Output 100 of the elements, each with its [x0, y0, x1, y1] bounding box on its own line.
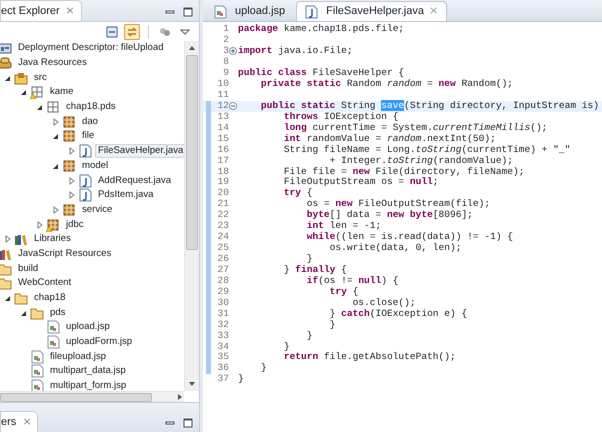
collapsed-arrow-icon[interactable]	[67, 146, 77, 156]
code-line: if(os != null) {	[306, 274, 398, 287]
collapsed-arrow-icon[interactable]	[51, 204, 61, 215]
line-number: 14	[216, 120, 229, 134]
editor-tab[interactable]: upload.jsp	[205, 1, 294, 21]
collapse-all-icon	[106, 26, 118, 38]
line-number: 13	[216, 110, 229, 124]
tree-item[interactable]: model	[79, 158, 112, 173]
tree-item[interactable]: service	[79, 202, 116, 217]
line-number: 32	[216, 318, 229, 332]
maximize-icon[interactable]	[183, 418, 193, 428]
expand-fold-icon[interactable]	[229, 47, 237, 56]
code-line: } finally {	[282, 263, 347, 276]
code-line: }	[306, 328, 312, 343]
editor-tab[interactable]: FileSaveHelper.java ⨯	[296, 1, 447, 21]
line-number: 37	[216, 372, 229, 386]
two-arrows-icon	[126, 26, 138, 38]
view-title: ect Explorer	[1, 4, 60, 19]
tree-item[interactable]: multipart_data.jsp	[47, 364, 129, 378]
line-number: 17	[216, 154, 229, 168]
line-number: 8	[222, 55, 229, 68]
vertical-scrollbar[interactable]	[184, 41, 199, 391]
scroll-up-icon[interactable]	[188, 44, 196, 52]
code-line: }	[328, 318, 336, 332]
circles-icon	[159, 26, 171, 38]
line-number: 1	[222, 22, 229, 36]
view-title: ers	[1, 414, 16, 430]
collapsed-arrow-icon[interactable]	[67, 176, 77, 186]
collapsed-arrow-icon[interactable]	[51, 116, 61, 127]
tree-item[interactable]: kame	[47, 85, 76, 100]
tree-item[interactable]: PdsItem.java	[95, 188, 156, 202]
code-line: + Integer.toString(randomValue);	[328, 154, 514, 167]
collapse-fold-icon[interactable]	[229, 102, 237, 110]
line-number: 18	[216, 164, 229, 178]
toolbar-button[interactable]	[104, 24, 120, 40]
line-number: 15	[216, 132, 229, 146]
line-number: 25	[216, 241, 229, 254]
code-line: package kame.chap18.pds.file;	[238, 22, 404, 36]
code-line: return file.getAbsolutePath();	[282, 351, 456, 364]
code-line: os.write(data, 0, len);	[328, 241, 462, 256]
code-line: while((len = is.read(data)) != -1) {	[306, 230, 514, 243]
code-line: } catch(IOException e) {	[328, 307, 468, 320]
tree-item[interactable]: build	[15, 262, 42, 276]
tree-item[interactable]: chap18.pds	[63, 100, 119, 114]
tree-item[interactable]: multipart_form.jsp	[47, 379, 130, 391]
tree-item[interactable]: Libraries	[31, 232, 74, 246]
tree-item[interactable]: chap18	[31, 291, 68, 306]
tree-item[interactable]: AddRequest.java	[95, 174, 174, 188]
code-line: try {	[328, 285, 358, 298]
tree-item[interactable]: Java Resources	[15, 56, 90, 70]
code-line: public static String save(String directory, InputStream is)	[260, 98, 599, 112]
line-number: 2	[222, 33, 229, 46]
code-line: }	[306, 252, 312, 265]
line-number: 16	[216, 142, 229, 156]
tree-item[interactable]: JavaScript Resources	[15, 246, 114, 261]
tree-item[interactable]: FileSaveHelper.java	[95, 144, 184, 158]
code-line: byte[] data = new byte[8096];	[306, 208, 473, 221]
code-line: long currentTime = System.currentTimeMillis();	[282, 121, 548, 134]
code-line: int len = -1;	[306, 219, 382, 232]
collapsed-arrow-icon[interactable]	[3, 234, 13, 244]
line-number: 35	[216, 350, 229, 364]
tree-item[interactable]: pds	[47, 306, 68, 320]
line-number: 22	[216, 208, 229, 222]
tree-item[interactable]: jdbc	[63, 218, 87, 232]
collapsed-arrow-icon[interactable]	[67, 190, 77, 200]
collapsed-arrow-icon[interactable]	[35, 220, 45, 230]
tree-item[interactable]: src	[31, 70, 50, 85]
close-icon[interactable]: ⨯	[66, 2, 75, 20]
tree-item[interactable]: dao	[79, 114, 102, 129]
tree-item[interactable]: WebContent	[15, 276, 74, 290]
code-line: int randomValue = random.nextInt(50);	[282, 132, 496, 145]
tree-item[interactable]: uploadForm.jsp	[63, 335, 136, 350]
horizontal-scrollbar[interactable]	[0, 391, 184, 402]
toolbar-button[interactable]	[124, 24, 140, 40]
tree-item[interactable]: fileupload.jsp	[47, 350, 110, 364]
line-number: 23	[216, 219, 229, 232]
line-number: 34	[216, 340, 229, 352]
code-line: String fileName = Long.toString(currentTime) + "_"	[282, 143, 570, 156]
scroll-down-icon[interactable]	[188, 380, 196, 388]
line-number: 30	[216, 296, 229, 310]
line-number: 29	[216, 284, 229, 298]
code-line: FileOutputStream os = null;	[282, 176, 439, 188]
code-line: private static Random random = new Random();	[260, 77, 514, 91]
java-file-icon	[304, 4, 318, 18]
line-number: 33	[216, 328, 229, 342]
view-tab[interactable]: ect Explorer ⨯	[0, 0, 82, 21]
line-number: 27	[216, 262, 229, 276]
line-number: 28	[216, 274, 229, 288]
tree-item[interactable]: Deployment Descriptor: fileUpload	[15, 41, 167, 56]
tree-item[interactable]: upload.jsp	[63, 320, 113, 334]
code-line: File file = new File(directory, fileName);	[282, 165, 524, 177]
view-tab[interactable]: ers ⨯	[0, 411, 38, 432]
code-line: import java.io.File;	[238, 44, 353, 58]
code-line: }	[238, 372, 244, 386]
close-icon[interactable]: ⨯	[22, 414, 32, 430]
maximize-icon[interactable]	[183, 7, 193, 17]
line-number: 21	[216, 197, 229, 210]
code-line: }	[282, 340, 290, 352]
code-line: public class FileSaveHelper {	[238, 66, 404, 79]
tree-item[interactable]: file	[79, 129, 98, 144]
